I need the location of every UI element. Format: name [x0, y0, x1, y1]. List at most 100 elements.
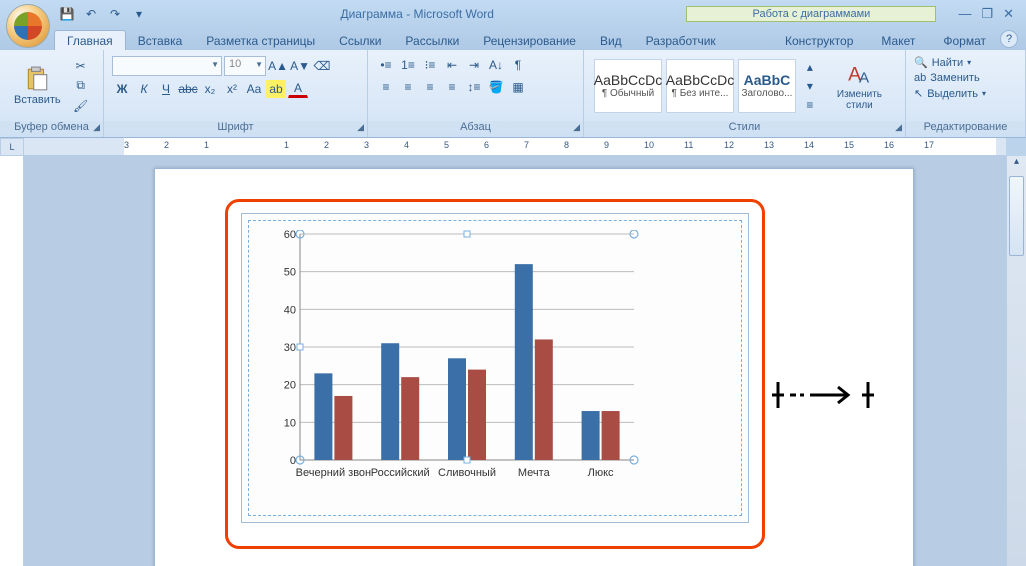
subscript-button[interactable]: x₂	[200, 80, 220, 98]
dialog-launcher-icon[interactable]: ◢	[573, 122, 580, 133]
window-controls: — ❐ ✕	[946, 6, 1026, 22]
find-icon: 🔍	[914, 56, 928, 69]
paste-label: Вставить	[14, 94, 61, 106]
multilevel-button[interactable]: ⁝≡	[420, 56, 440, 74]
styles-more-icon[interactable]: ≡	[800, 96, 820, 114]
change-styles-button[interactable]: AA Изменить стили	[822, 61, 897, 111]
window-title: Диаграмма - Microsoft Word	[148, 7, 686, 21]
paste-button[interactable]: Вставить	[8, 66, 67, 106]
group-editing: 🔍Найти▾ abЗаменить ↖Выделить▾ Редактиров…	[906, 50, 1026, 137]
justify-button[interactable]: ≡	[442, 78, 462, 96]
replace-button[interactable]: abЗаменить	[914, 72, 980, 84]
office-button[interactable]	[6, 4, 50, 48]
group-clipboard: Вставить ✂ ⧉ 🖌 Буфер обмена◢	[0, 50, 104, 137]
save-icon[interactable]: 💾	[58, 5, 76, 23]
shrink-font-button[interactable]: A▼	[290, 57, 310, 75]
group-paragraph: •≡ 1≡ ⁝≡ ⇤ ⇥ A↓ ¶ ≡ ≡ ≡ ≡ ↕≡ 🪣 ▦ Абзац◢	[368, 50, 584, 137]
grow-font-button[interactable]: A▲	[268, 57, 288, 75]
numbering-button[interactable]: 1≡	[398, 56, 418, 74]
svg-text:50: 50	[284, 267, 296, 279]
svg-text:Люкс: Люкс	[588, 467, 614, 479]
tab-chart-layout[interactable]: Макет	[867, 31, 929, 50]
show-marks-button[interactable]: ¶	[508, 56, 528, 74]
style-heading1[interactable]: AaBbCЗаголово...	[738, 59, 796, 113]
shading-button[interactable]: 🪣	[486, 78, 506, 96]
horizontal-ruler[interactable]: 3211234567891011121314151617	[24, 138, 1006, 156]
qat-more-icon[interactable]: ▾	[130, 5, 148, 23]
find-button[interactable]: 🔍Найти▾	[914, 56, 971, 69]
document-area[interactable]: 0102030405060Вечерний звонРоссийскийСлив…	[24, 156, 1006, 566]
increase-indent-button[interactable]: ⇥	[464, 56, 484, 74]
clear-format-button[interactable]: ⌫	[312, 57, 332, 75]
strike-button[interactable]: abc	[178, 80, 198, 98]
superscript-button[interactable]: x²	[222, 80, 242, 98]
bullets-button[interactable]: •≡	[376, 56, 396, 74]
chart-plot-area[interactable]: 0102030405060Вечерний звонРоссийскийСлив…	[272, 230, 642, 484]
ribbon: Вставить ✂ ⧉ 🖌 Буфер обмена◢ ▼ 10▼ A▲ A▼…	[0, 50, 1026, 138]
underline-button[interactable]: Ч	[156, 80, 176, 98]
decrease-indent-button[interactable]: ⇤	[442, 56, 462, 74]
dialog-launcher-icon[interactable]: ◢	[93, 122, 100, 133]
tab-developer[interactable]: Разработчик	[634, 31, 728, 50]
line-spacing-button[interactable]: ↕≡	[464, 78, 484, 96]
svg-text:A: A	[859, 69, 870, 86]
group-font: ▼ 10▼ A▲ A▼ ⌫ Ж К Ч abc x₂ x² Aa ab A Шр…	[104, 50, 368, 137]
group-styles-label: Стили◢	[584, 121, 905, 137]
close-button[interactable]: ✕	[1003, 6, 1014, 22]
format-painter-button[interactable]: 🖌	[71, 97, 91, 115]
help-button[interactable]: ?	[1000, 30, 1018, 48]
font-size-combo[interactable]: 10▼	[224, 56, 266, 76]
tab-chart-design[interactable]: Конструктор	[771, 31, 867, 50]
style-no-spacing[interactable]: AaBbCcDc¶ Без инте...	[666, 59, 734, 113]
tab-home[interactable]: Главная	[54, 30, 126, 50]
page: 0102030405060Вечерний звонРоссийскийСлив…	[154, 168, 914, 566]
borders-button[interactable]: ▦	[508, 78, 528, 96]
tab-view[interactable]: Вид	[588, 31, 634, 50]
ruler-corner[interactable]: L	[0, 138, 24, 156]
minimize-button[interactable]: —	[958, 6, 971, 22]
chevron-down-icon: ▾	[967, 58, 971, 67]
dialog-launcher-icon[interactable]: ◢	[895, 122, 902, 133]
styles-up-icon[interactable]: ▴	[800, 58, 820, 76]
group-paragraph-label: Абзац◢	[368, 121, 583, 137]
highlight-button[interactable]: ab	[266, 80, 286, 98]
font-name-combo[interactable]: ▼	[112, 56, 222, 76]
tab-insert[interactable]: Вставка	[126, 31, 195, 50]
svg-text:20: 20	[284, 380, 296, 392]
scroll-up-icon[interactable]: ▴	[1007, 156, 1026, 174]
italic-button[interactable]: К	[134, 80, 154, 98]
tab-review[interactable]: Рецензирование	[471, 31, 588, 50]
sort-button[interactable]: A↓	[486, 56, 506, 74]
font-color-button[interactable]: A	[288, 80, 308, 98]
align-right-button[interactable]: ≡	[420, 78, 440, 96]
select-button[interactable]: ↖Выделить▾	[914, 87, 986, 100]
tab-mailings[interactable]: Рассылки	[393, 31, 471, 50]
tab-references[interactable]: Ссылки	[327, 31, 393, 50]
title-bar: 💾 ↶ ↷ ▾ Диаграмма - Microsoft Word Работ…	[0, 0, 1026, 28]
chart-object[interactable]: 0102030405060Вечерний звонРоссийскийСлив…	[241, 213, 749, 523]
dialog-launcher-icon[interactable]: ◢	[357, 122, 364, 133]
maximize-button[interactable]: ❐	[981, 6, 993, 22]
svg-text:0: 0	[290, 455, 296, 467]
redo-icon[interactable]: ↷	[106, 5, 124, 23]
bold-button[interactable]: Ж	[112, 80, 132, 98]
group-clipboard-label: Буфер обмена◢	[0, 121, 103, 137]
style-normal[interactable]: AaBbCcDc¶ Обычный	[594, 59, 662, 113]
copy-button[interactable]: ⧉	[71, 77, 91, 95]
align-center-button[interactable]: ≡	[398, 78, 418, 96]
scroll-thumb[interactable]	[1009, 176, 1024, 256]
tab-chart-format[interactable]: Формат	[929, 31, 1000, 50]
quick-access-toolbar: 💾 ↶ ↷ ▾	[58, 5, 148, 23]
styles-down-icon[interactable]: ▾	[800, 77, 820, 95]
paste-icon	[24, 66, 50, 92]
chart-svg: 0102030405060Вечерний звонРоссийскийСлив…	[272, 230, 642, 520]
align-left-button[interactable]: ≡	[376, 78, 396, 96]
tab-page-layout[interactable]: Разметка страницы	[194, 31, 327, 50]
cut-button[interactable]: ✂	[71, 57, 91, 75]
vertical-ruler[interactable]	[0, 156, 24, 566]
chevron-down-icon: ▼	[211, 60, 219, 69]
group-styles: AaBbCcDc¶ Обычный AaBbCcDc¶ Без инте... …	[584, 50, 906, 137]
vertical-scrollbar[interactable]: ▴	[1006, 156, 1026, 566]
change-case-button[interactable]: Aa	[244, 80, 264, 98]
undo-icon[interactable]: ↶	[82, 5, 100, 23]
